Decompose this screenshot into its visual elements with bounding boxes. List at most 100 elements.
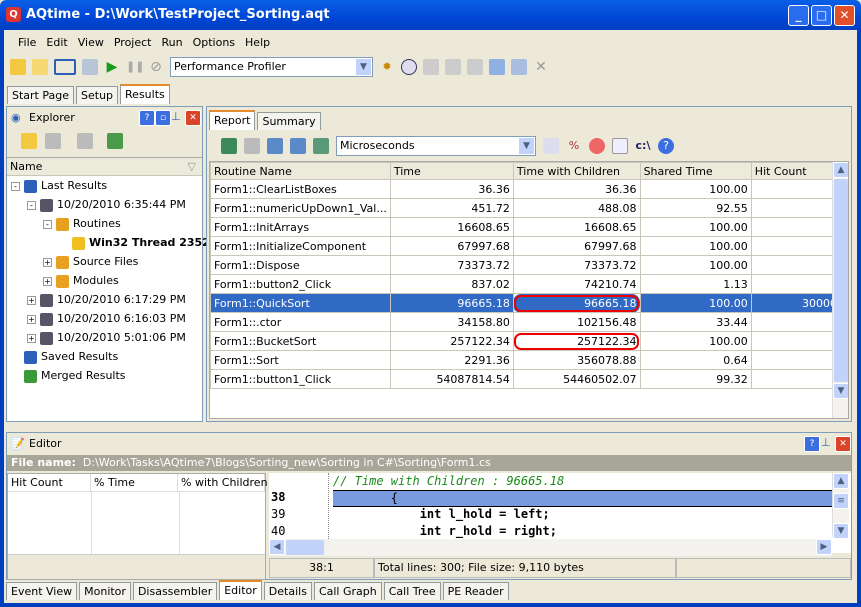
tree-item[interactable]: +10/20/2010 6:16:03 PM (27, 309, 186, 328)
editor-column-header[interactable]: % Time (91, 474, 178, 491)
tab-event-view[interactable]: Event View (6, 582, 78, 600)
source-path-icon[interactable]: c:\ (635, 138, 651, 154)
code-line[interactable]: int l_hold = left; (333, 507, 832, 524)
tree-item[interactable]: +10/20/2010 5:01:06 PM (27, 328, 186, 347)
pin-icon[interactable]: ⊥ (171, 110, 181, 123)
menu-run[interactable]: Run (161, 34, 182, 52)
back-icon[interactable] (221, 138, 237, 154)
chart-icon[interactable] (589, 138, 605, 154)
column-header[interactable]: Shared Time (639, 162, 752, 180)
expand-icon[interactable]: + (27, 295, 36, 305)
maximize-button[interactable]: □ (811, 5, 832, 26)
menu-options[interactable]: Options (193, 34, 235, 52)
table-row[interactable]: Form1::QuickSort 96665.18 96665.18 100.00 30… (210, 293, 848, 313)
tree-item[interactable]: +10/20/2010 6:17:29 PM (27, 290, 186, 309)
percent-icon[interactable]: % (566, 138, 582, 154)
code-vertical-scrollbar[interactable]: ▲ ≡ ▼ (832, 473, 849, 539)
menu-project[interactable]: Project (114, 34, 152, 52)
tab-start-page[interactable]: Start Page (7, 86, 74, 104)
profiler-select[interactable]: Performance Profiler ▼ (170, 57, 373, 77)
window-icon[interactable] (54, 59, 76, 75)
editor-column-header[interactable]: Hit Count (8, 474, 92, 491)
highlight-icon[interactable] (612, 138, 628, 154)
close-button[interactable]: ✕ (834, 5, 855, 26)
scroll-left-icon[interactable]: ◀ (269, 539, 285, 555)
table-row[interactable]: Form1::numericUpDown1_Val... 451.72 488.08… (210, 198, 848, 218)
help-icon[interactable]: ? (658, 138, 674, 154)
scroll-up-icon[interactable]: ▲ (833, 162, 848, 178)
scroll-thumb[interactable] (834, 179, 848, 382)
column-header[interactable]: Time (389, 162, 514, 180)
tree-item[interactable]: Merged Results (11, 366, 126, 385)
collapse-icon[interactable]: - (11, 181, 20, 191)
run-icon[interactable]: ▶ (104, 59, 120, 75)
scroll-right-icon[interactable]: ▶ (816, 539, 832, 555)
help-icon[interactable]: ? (139, 110, 155, 126)
document-icon[interactable] (543, 138, 559, 154)
scroll-thumb[interactable] (286, 540, 324, 555)
pause-icon[interactable]: ❚❚ (126, 59, 144, 75)
table-row[interactable]: Form1::Dispose73373.7273373.72100.001 (210, 255, 848, 275)
report-icon[interactable] (82, 59, 98, 75)
columns-icon[interactable] (313, 138, 329, 154)
table-row[interactable]: Form1::ClearListBoxes36.3636.36100.001 (210, 179, 848, 199)
grid-icon[interactable] (290, 138, 306, 154)
menu-view[interactable]: View (78, 34, 104, 52)
tab-editor[interactable]: Editor (219, 580, 262, 600)
expand-icon[interactable]: + (27, 314, 36, 324)
scroll-down-icon[interactable]: ▼ (833, 523, 849, 539)
table-row[interactable]: Form1::.ctor34158.80102156.4833.441 (210, 312, 848, 332)
export-icon[interactable] (107, 133, 123, 149)
tab-summary[interactable]: Summary (257, 112, 321, 130)
layout-icon[interactable] (489, 59, 505, 75)
scroll-thumb[interactable]: ≡ (833, 493, 849, 509)
tree-item[interactable]: Win32 Thread 2352 (59, 233, 210, 252)
delete-icon[interactable]: ✕ (533, 59, 549, 75)
table-row[interactable]: Form1::button1_Click 54087814.54 54460502.… (210, 369, 848, 389)
tree-column-header[interactable]: Name ▽ (7, 158, 202, 176)
tree-item[interactable]: Saved Results (11, 347, 118, 366)
close-icon[interactable]: ✕ (835, 436, 851, 452)
minimize-button[interactable]: _ (788, 5, 809, 26)
open-project-icon[interactable] (32, 59, 48, 75)
filter-icon[interactable] (267, 138, 283, 154)
editor-column-header[interactable]: % with Children (178, 474, 268, 491)
pin-icon[interactable]: ⊥ (821, 436, 831, 449)
collapse-icon[interactable]: - (27, 200, 36, 210)
code-horizontal-scrollbar[interactable]: ◀ ▶ (269, 539, 832, 556)
stop-icon[interactable]: ⊘ (148, 59, 164, 75)
table-row[interactable]: Form1::InitArrays16608.6516608.65100.001 (210, 217, 848, 237)
table-row[interactable]: Form1::InitializeComponent 67997.68 67997.… (210, 236, 848, 256)
tab-call-graph[interactable]: Call Graph (313, 582, 382, 600)
clock-icon[interactable] (401, 59, 417, 75)
tree-item[interactable]: + Modules (43, 271, 119, 290)
table-row[interactable]: Form1::BucketSort 257122.34 257122.34 100.0… (210, 331, 848, 351)
collapse-icon[interactable]: - (43, 219, 52, 229)
scroll-up-icon[interactable]: ▲ (833, 473, 849, 489)
tab-report[interactable]: Report (209, 110, 256, 130)
tab-results[interactable]: Results (120, 84, 170, 104)
tab-monitor[interactable]: Monitor (79, 582, 131, 600)
expand-icon[interactable]: + (43, 257, 52, 267)
new-project-icon[interactable] (10, 59, 26, 75)
table-row[interactable]: Form1::Sort2291.36356078.880.641 (210, 350, 848, 370)
menu-file[interactable]: File (18, 34, 36, 52)
tree-item[interactable]: - Routines (43, 214, 121, 233)
restore-icon[interactable]: ▫ (155, 110, 171, 126)
code-line[interactable]: { (333, 490, 832, 507)
report-vertical-scrollbar[interactable]: ▲ ▼ (832, 162, 848, 418)
tab-setup[interactable]: Setup (76, 86, 119, 104)
close-icon[interactable]: ✕ (185, 110, 201, 126)
tab-pe-reader[interactable]: PE Reader (442, 582, 509, 600)
tab-details[interactable]: Details (263, 582, 312, 600)
column-header[interactable]: Time with Children (512, 162, 641, 180)
code-editor[interactable]: // Time with Children : 96665.18 38 {39 … (269, 473, 851, 556)
menu-help[interactable]: Help (245, 34, 270, 52)
tree-item[interactable]: + Source Files (43, 252, 138, 271)
menu-edit[interactable]: Edit (46, 34, 67, 52)
expand-icon[interactable]: + (43, 276, 52, 286)
column-header[interactable]: Routine Name (210, 162, 391, 180)
tab-call-tree[interactable]: Call Tree (383, 582, 441, 600)
add-folder-icon[interactable] (21, 133, 37, 149)
tree-item[interactable]: - Last Results (11, 176, 107, 195)
